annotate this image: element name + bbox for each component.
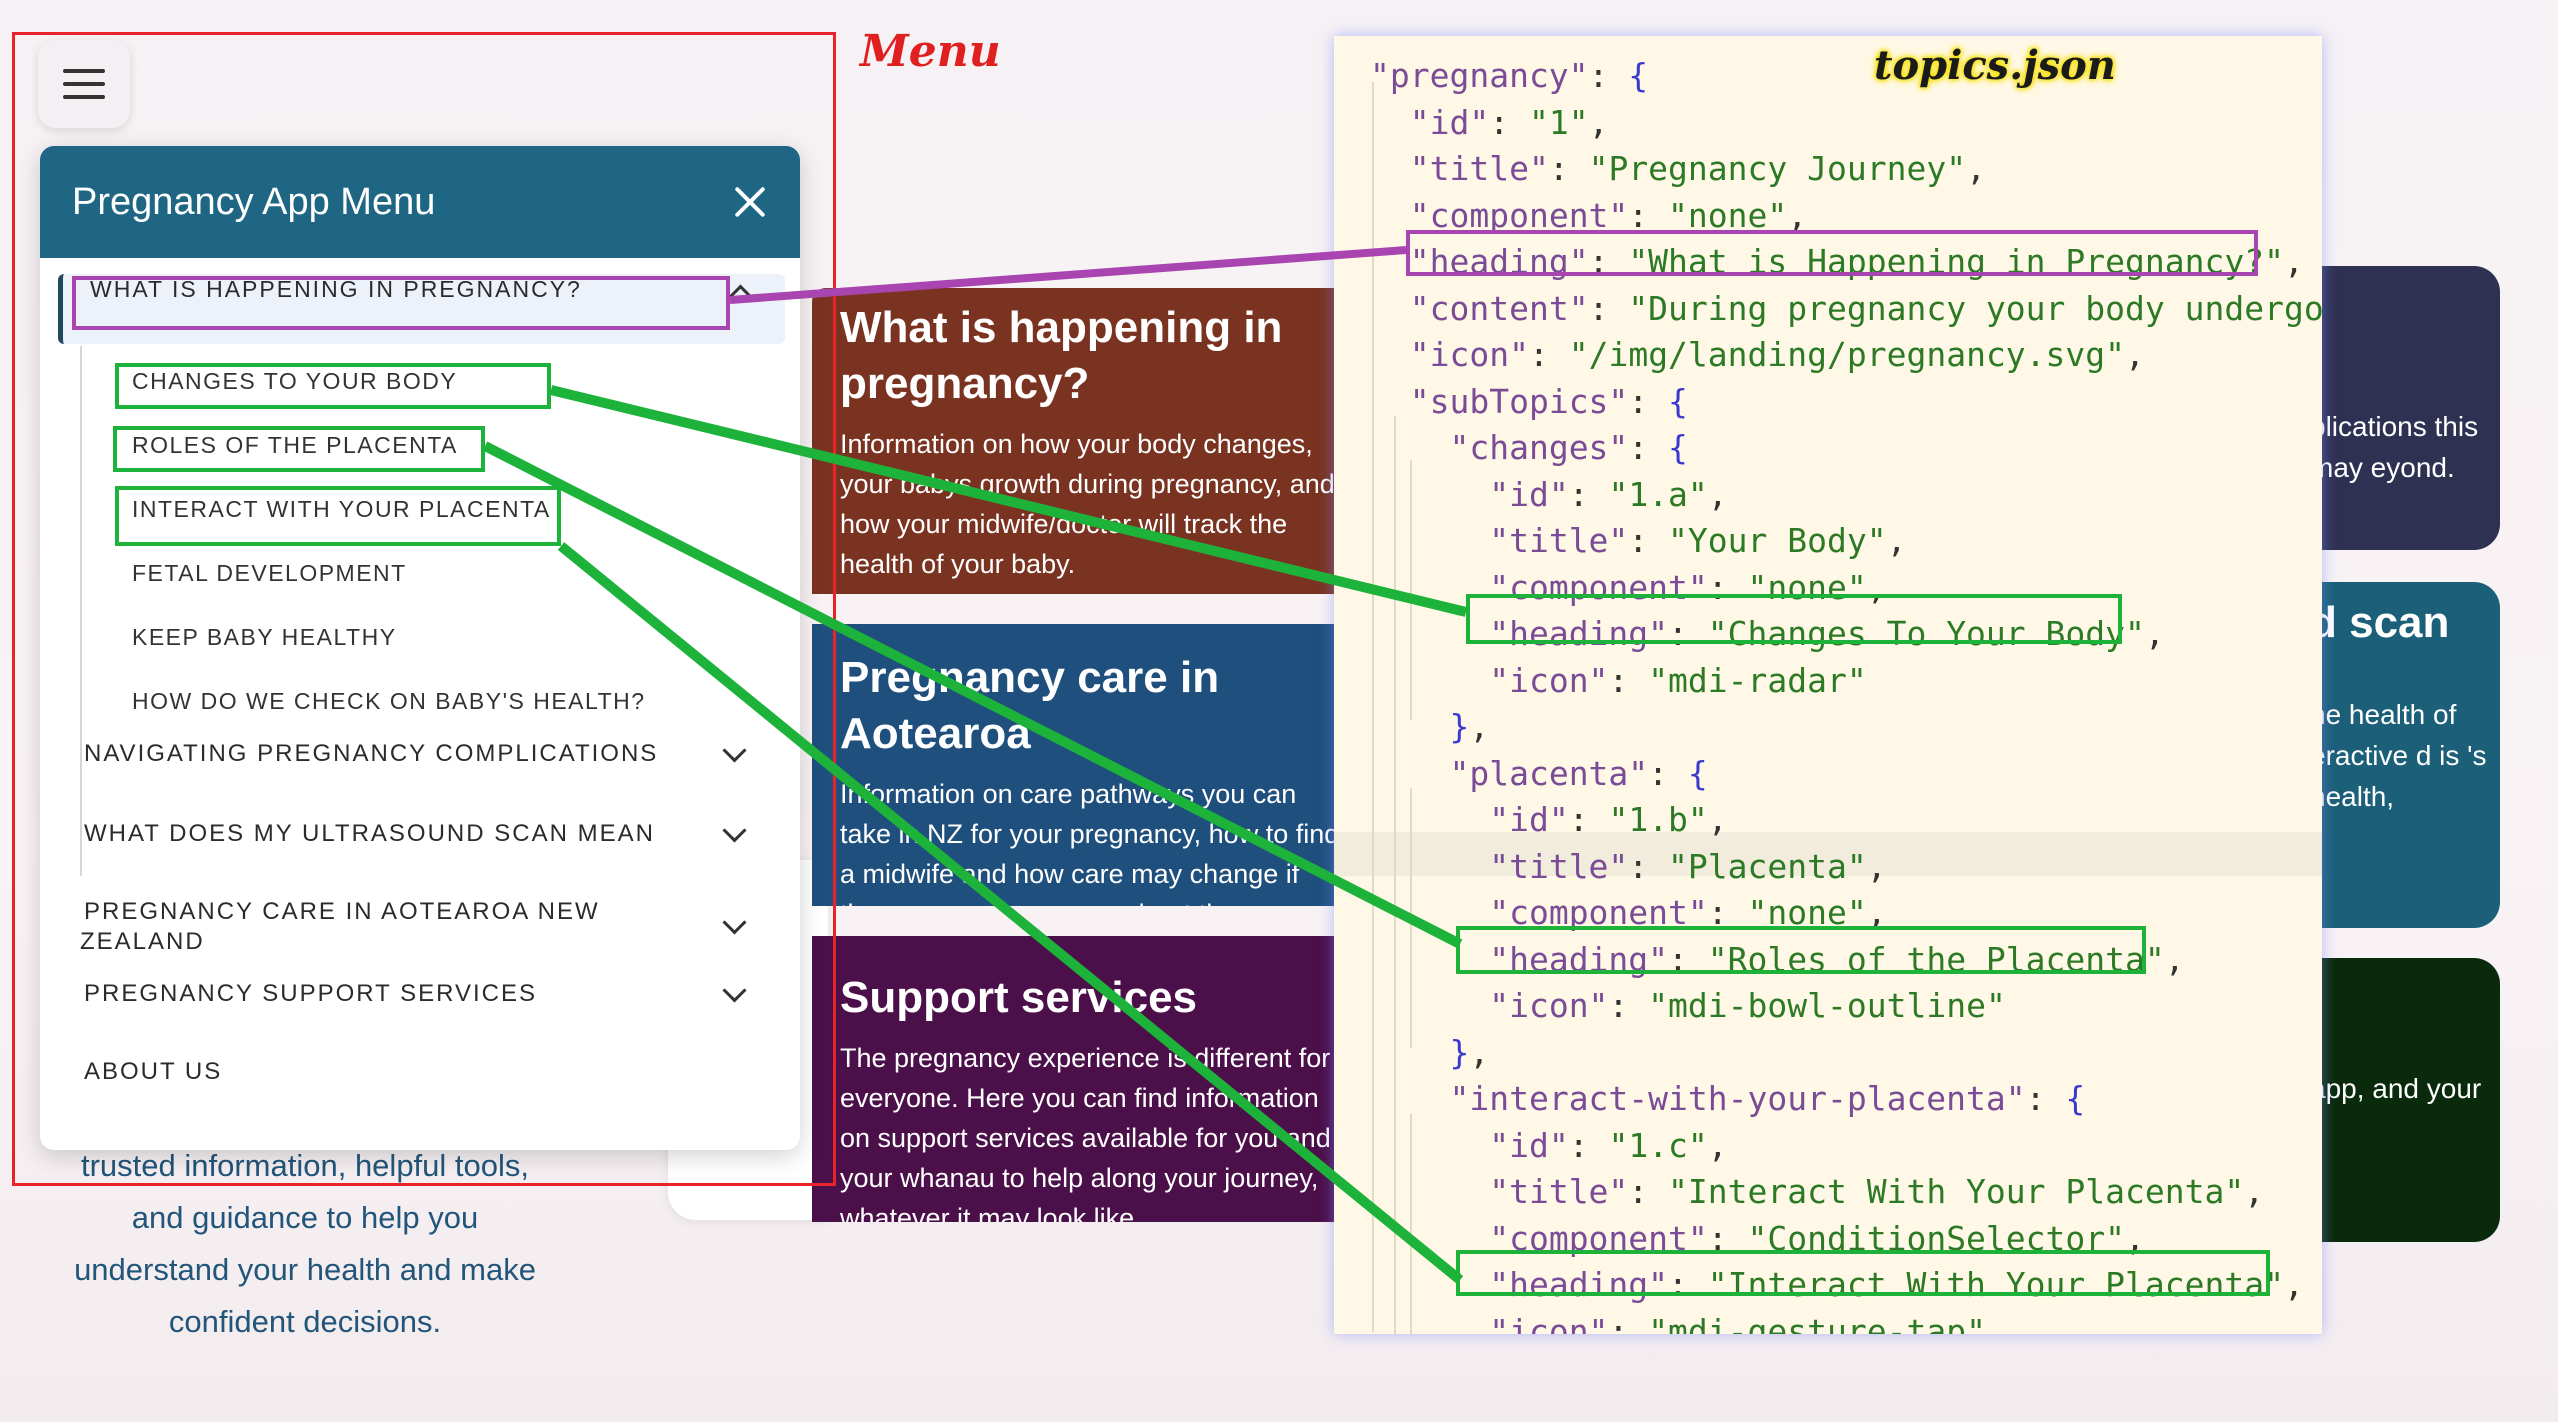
highlight-box-menu-heading <box>72 276 730 330</box>
card-text: he health of eractive d is 's health, <box>2310 699 2487 812</box>
code-line: "id": "1.b", <box>1489 800 1728 839</box>
code-line: "id": "1", <box>1409 102 1609 142</box>
card-support-services[interactable]: Support services The pregnancy experienc… <box>812 936 1372 1222</box>
code-line: "title": "Pregnancy Journey", <box>1409 149 1986 188</box>
hero-line: understand your health and make <box>74 1252 536 1287</box>
highlight-box-interact <box>115 486 561 546</box>
highlight-box-placenta <box>113 426 485 472</box>
highlight-box-code-placenta <box>1456 926 2146 974</box>
card-text: app, and your <box>2310 1073 2482 1104</box>
file-name-label: topics.json <box>1874 42 2116 89</box>
menu-annotation-box <box>12 32 836 1186</box>
code-line: "content": "During pregnancy your body u… <box>1409 288 2322 328</box>
highlight-box-code-heading <box>1406 230 2258 276</box>
code-line: }, <box>1449 707 1490 746</box>
card-title: Pregnancy care in Aotearoa <box>840 653 1220 758</box>
card-title: Support services <box>840 973 1198 1022</box>
hero-line: and guidance to help you <box>131 1200 479 1235</box>
code-line: "icon": "mdi-bowl-outline" <box>1489 986 2006 1025</box>
code-line: "title": "Interact With Your Placenta", <box>1489 1172 2265 1211</box>
code-line: "icon": "mdi-gesture-tap" <box>1489 1311 1986 1335</box>
code-line: "id": "1.a", <box>1489 474 1728 514</box>
code-line: "icon": "/img/landing/pregnancy.svg", <box>1409 335 2145 374</box>
hero-line: confident decisions. <box>168 1304 442 1339</box>
code-line: "placenta": { <box>1449 753 1708 793</box>
card-what-is-happening[interactable]: What is happening in pregnancy? Informat… <box>812 288 1372 594</box>
card-text: plications this may eyond. <box>2310 411 2479 483</box>
code-line: }, <box>1449 1032 1490 1072</box>
card-text: Information on care pathways you can tak… <box>840 779 1340 906</box>
highlight-box-code-interact <box>1456 1250 2270 1296</box>
code-line: "id": "1.c", <box>1489 1125 1728 1165</box>
code-line: "subTopics": { <box>1409 381 1688 421</box>
highlight-box-changes <box>115 363 551 409</box>
menu-annotation-label: Menu <box>860 26 1001 77</box>
code-line: "changes": { <box>1449 428 1688 467</box>
card-text: The pregnancy experience is different fo… <box>840 1043 1331 1222</box>
card-title: d scan <box>2310 598 2450 647</box>
code-line: "icon": "mdi-radar" <box>1489 660 1867 700</box>
card-pregnancy-care[interactable]: Pregnancy care in Aotearoa Information o… <box>812 624 1372 906</box>
code-line: "title": "Placenta", <box>1489 846 1887 886</box>
card-title: What is happening in pregnancy? <box>840 303 1283 408</box>
code-line: "interact-with-your-placenta": { <box>1449 1079 2086 1118</box>
card-text: Information on how your body changes, yo… <box>840 429 1335 579</box>
highlight-box-code-changes <box>1466 594 2122 644</box>
code-line: "pregnancy": { <box>1370 56 1649 95</box>
code-line: "title": "Your Body", <box>1489 521 1907 560</box>
